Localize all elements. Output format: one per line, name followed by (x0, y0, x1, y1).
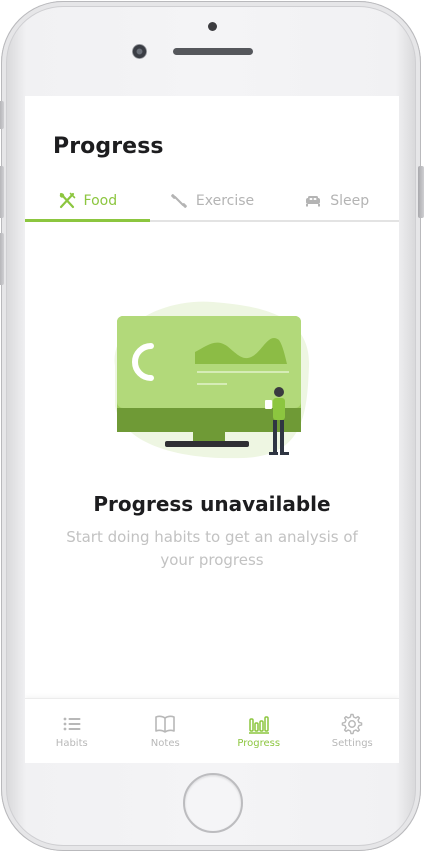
fork-knife-icon (59, 192, 75, 209)
bar-chart-icon (248, 716, 269, 734)
power-button (418, 166, 424, 218)
gear-icon (341, 713, 363, 735)
bottom-navigation: Habits Notes Progress Settings (25, 698, 399, 763)
category-tabs: Food Exercise Sleep (25, 182, 399, 222)
list-icon (63, 717, 81, 731)
proximity-sensor (208, 22, 217, 31)
app-screen: Progress Food Exercise Sleep Progress un… (25, 96, 399, 763)
nav-progress[interactable]: Progress (212, 699, 306, 763)
empty-state-title: Progress unavailable (93, 492, 331, 516)
nav-notes[interactable]: Notes (119, 699, 213, 763)
home-button[interactable] (183, 773, 243, 833)
front-camera (132, 44, 147, 59)
page-title: Progress (53, 134, 164, 159)
bed-icon (306, 196, 321, 207)
tab-exercise[interactable]: Exercise (150, 182, 275, 220)
nav-habits-label: Habits (55, 738, 88, 749)
tab-exercise-label: Exercise (195, 193, 255, 209)
nav-settings-label: Settings (331, 738, 373, 749)
tab-food-label: Food (83, 193, 118, 209)
earpiece-speaker (173, 48, 253, 55)
tab-food[interactable]: Food (25, 182, 150, 222)
tab-sleep[interactable]: Sleep (274, 182, 399, 220)
mute-switch (0, 101, 4, 129)
nav-settings[interactable]: Settings (306, 699, 400, 763)
nav-habits[interactable]: Habits (25, 699, 119, 763)
volume-down-button (0, 233, 4, 285)
empty-state-subtitle: Start doing habits to get an analysis of… (66, 528, 358, 569)
nav-notes-label: Notes (150, 738, 180, 749)
dumbbell-icon (170, 194, 187, 208)
volume-up-button (0, 166, 4, 218)
book-icon (155, 715, 176, 733)
nav-progress-label: Progress (237, 738, 281, 749)
tab-sleep-label: Sleep (330, 193, 370, 209)
empty-progress-illustration (114, 301, 310, 459)
